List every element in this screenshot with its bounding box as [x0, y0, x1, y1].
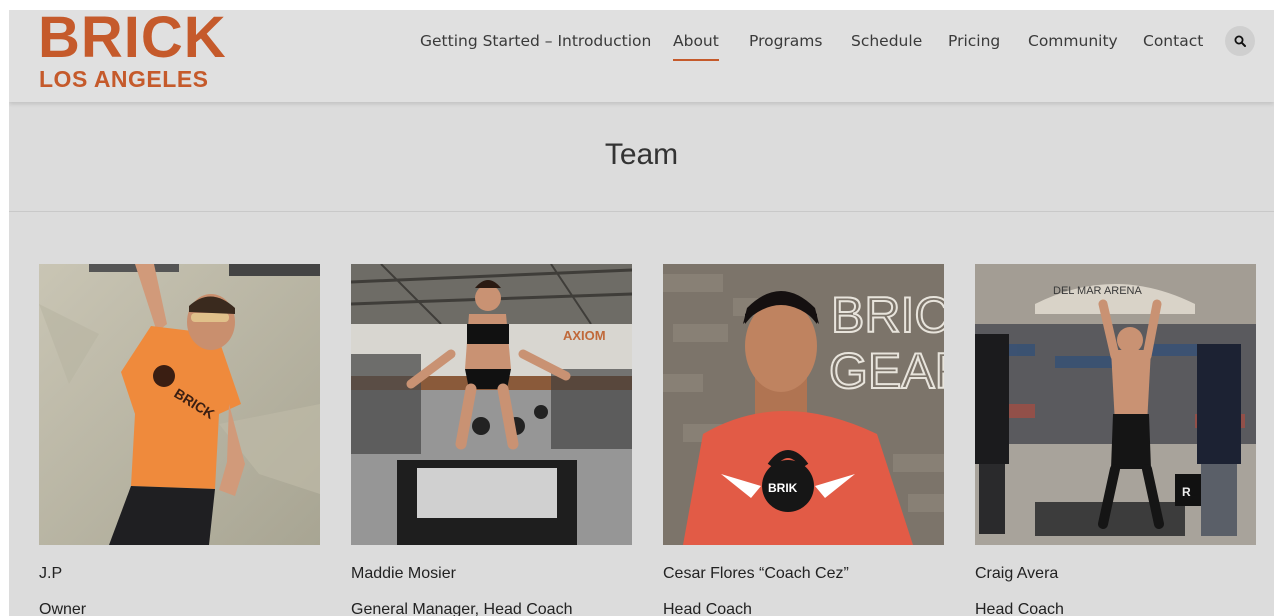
nav-item-community[interactable]: Community: [1028, 30, 1118, 52]
craig-arena-text: DEL MAR ARENA: [1053, 285, 1143, 297]
nav-item-pricing[interactable]: Pricing: [948, 30, 1000, 52]
search-icon: [1234, 35, 1246, 47]
team-member-role: Head Coach: [663, 601, 752, 616]
nav-item-schedule[interactable]: Schedule: [851, 30, 922, 52]
maddie-wall-text: AXIOM: [563, 328, 606, 343]
team-member-role: General Manager, Head Coach: [351, 601, 573, 616]
cesar-wall-text-2: GEAR: [829, 343, 944, 399]
cesar-wall-text-1: BRICK: [831, 287, 944, 343]
nav-item-getting-started[interactable]: Getting Started – Introduction: [420, 30, 651, 52]
team-photo-cesar[interactable]: BRICK GEAR BRIK: [663, 264, 944, 545]
logo-location: LOS ANGELES: [39, 66, 209, 92]
team-member-role: Owner: [39, 601, 87, 616]
team-member-name[interactable]: Cesar Flores “Coach Cez”: [663, 564, 849, 584]
brick-logo[interactable]: BRICK LOS ANGELES: [38, 10, 278, 93]
team-photo-jp[interactable]: BRICK: [39, 264, 320, 545]
team-photo-craig[interactable]: DEL MAR ARENA R: [975, 264, 1256, 545]
search-button[interactable]: [1225, 26, 1255, 56]
page: BRICK LOS ANGELES Getting Started – Intr…: [9, 10, 1274, 616]
page-title: Team: [604, 138, 679, 171]
team-photo-maddie[interactable]: AXIOM: [351, 264, 632, 545]
team-member-name[interactable]: Maddie Mosier: [351, 564, 456, 584]
cesar-shirt-text: BRIK: [768, 481, 798, 495]
site-header: BRICK LOS ANGELES Getting Started – Intr…: [9, 10, 1274, 102]
nav-item-programs[interactable]: Programs: [749, 30, 822, 52]
nav-item-about[interactable]: About: [673, 30, 719, 61]
nav-item-contact[interactable]: Contact: [1143, 30, 1203, 52]
craig-plate-text: R: [1182, 485, 1191, 499]
team-member-name[interactable]: Craig Avera: [975, 564, 1058, 584]
logo-wordmark: BRICK: [38, 10, 227, 70]
title-band: Team: [9, 102, 1274, 212]
team-member-role: Head Coach: [975, 601, 1064, 616]
team-member-name[interactable]: J.P: [39, 564, 62, 584]
